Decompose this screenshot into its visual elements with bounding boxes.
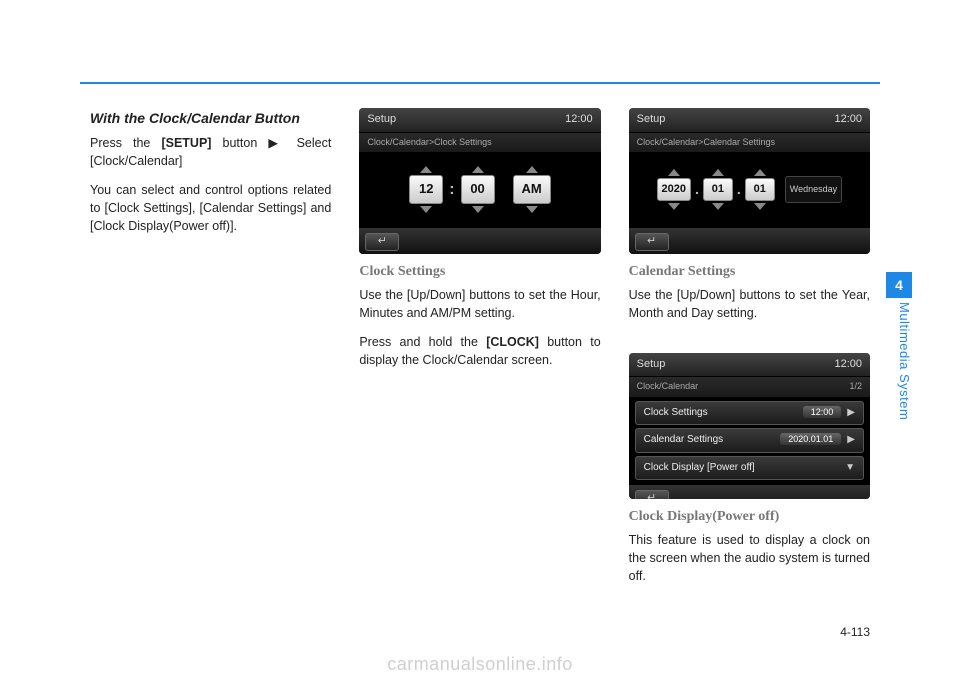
device-title: Setup [367,112,396,128]
chapter-number: 4 [895,277,903,293]
device-titlebar: Setup 12:00 [629,353,870,377]
device-footer: ↵ [629,484,870,499]
arrow-up-icon [472,166,484,173]
list-row-clock-display[interactable]: Clock Display [Power off] ▼ [635,456,864,481]
arrow-up-icon [754,169,766,176]
year-spinner[interactable]: 2020 [657,167,691,213]
col1-para1: Press the [SETUP] button ▶ Select [Clock… [90,134,331,170]
calendar-settings-screenshot: Setup 12:00 Clock/Calendar>Calendar Sett… [629,108,870,254]
column-3: Setup 12:00 Clock/Calendar>Calendar Sett… [629,108,870,595]
chapter-tab: 4 [886,272,912,298]
arrow-down-icon [668,203,680,210]
calendar-para1: Use the [Up/Down] buttons to set the Yea… [629,286,870,322]
clock-para1: Use the [Up/Down] buttons to set the Hou… [359,286,600,322]
year-value: 2020 [657,178,691,202]
arrow-down-icon [526,206,538,213]
clock-settings-heading: Clock Settings [359,262,600,282]
setup-button-ref: [SETUP] [161,136,211,150]
device-title: Setup [637,357,666,373]
device-footer: ↵ [359,227,600,254]
device-breadcrumb: Clock/Calendar>Calendar Settings [629,132,870,152]
row-label: Clock Settings [644,406,708,421]
back-button[interactable]: ↵ [365,233,399,251]
watermark: carmanualsonline.info [0,654,960,675]
top-divider [80,82,880,84]
ampm-spinner[interactable]: AM [513,164,551,215]
column-1: With the Clock/Calendar Button Press the… [90,108,331,595]
chevron-right-icon: ▶ [847,434,855,445]
arrow-down-icon [420,206,432,213]
arrow-up-icon [420,166,432,173]
device-time: 12:00 [834,357,862,373]
day-value: 01 [745,178,775,202]
arrow-down-icon [472,206,484,213]
section-title: With the Clock/Calendar Button [90,108,331,128]
chevron-down-icon: ▼ [845,461,855,476]
device-body: 2020 . 01 . 01 Wednesday [629,152,870,227]
arrow-up-icon [712,169,724,176]
device-listbody: Clock Settings 12:00 ▶ Calendar Settings … [629,397,870,485]
row-value: 12:00 [803,406,842,418]
back-button[interactable]: ↵ [635,233,669,251]
clock-display-heading: Clock Display(Power off) [629,507,870,527]
arrow-down-icon [712,203,724,210]
content-columns: With the Clock/Calendar Button Press the… [90,108,870,595]
row-label: Calendar Settings [644,433,724,448]
day-spinner[interactable]: 01 [745,167,775,213]
chapter-label: Multimedia System [897,302,912,420]
arrow-down-icon [754,203,766,210]
device-time: 12:00 [565,112,593,128]
hour-spinner[interactable]: 12 [409,164,443,215]
device-breadcrumb: Clock/Calendar>Clock Settings [359,132,600,152]
back-button[interactable]: ↵ [635,490,669,499]
list-row-clock-settings[interactable]: Clock Settings 12:00 ▶ [635,401,864,426]
device-title: Setup [637,112,666,128]
device-body: 12 : 00 AM [359,152,600,227]
page-number: 4-113 [840,625,870,639]
device-titlebar: Setup 12:00 [359,108,600,132]
text: Press and hold the [359,335,486,349]
column-2: Setup 12:00 Clock/Calendar>Clock Setting… [359,108,600,595]
hour-value: 12 [409,175,443,204]
colon-separator: : [449,178,454,201]
row-value: 2020.01.01 [780,433,841,445]
list-row-calendar-settings[interactable]: Calendar Settings 2020.01.01 ▶ [635,428,864,453]
clock-calendar-list-screenshot: Setup 12:00 Clock/Calendar 1/2 Clock Set… [629,353,870,499]
clock-button-ref: [CLOCK] [486,335,539,349]
dot-separator: . [737,179,741,199]
minute-value: 00 [461,175,495,204]
breadcrumb-text: Clock/Calendar [637,381,699,391]
chevron-right-icon: ▶ [847,407,855,418]
clock-para2: Press and hold the [CLOCK] button to dis… [359,333,600,369]
weekday-label: Wednesday [785,176,842,203]
arrow-up-icon [526,166,538,173]
dot-separator: . [695,179,699,199]
device-footer: ↵ [629,227,870,254]
clock-display-para1: This feature is used to display a clock … [629,531,870,585]
pager: 1/2 [849,380,862,393]
ampm-value: AM [513,175,551,204]
month-value: 01 [703,178,733,202]
clock-settings-screenshot: Setup 12:00 Clock/Calendar>Clock Setting… [359,108,600,254]
arrow-up-icon [668,169,680,176]
minute-spinner[interactable]: 00 [461,164,495,215]
month-spinner[interactable]: 01 [703,167,733,213]
device-titlebar: Setup 12:00 [629,108,870,132]
col1-para2: You can select and control options relat… [90,181,331,235]
device-breadcrumb: Clock/Calendar 1/2 [629,376,870,396]
device-time: 12:00 [834,112,862,128]
text: Press the [90,136,161,150]
calendar-settings-heading: Calendar Settings [629,262,870,282]
row-label: Clock Display [Power off] [644,461,755,476]
